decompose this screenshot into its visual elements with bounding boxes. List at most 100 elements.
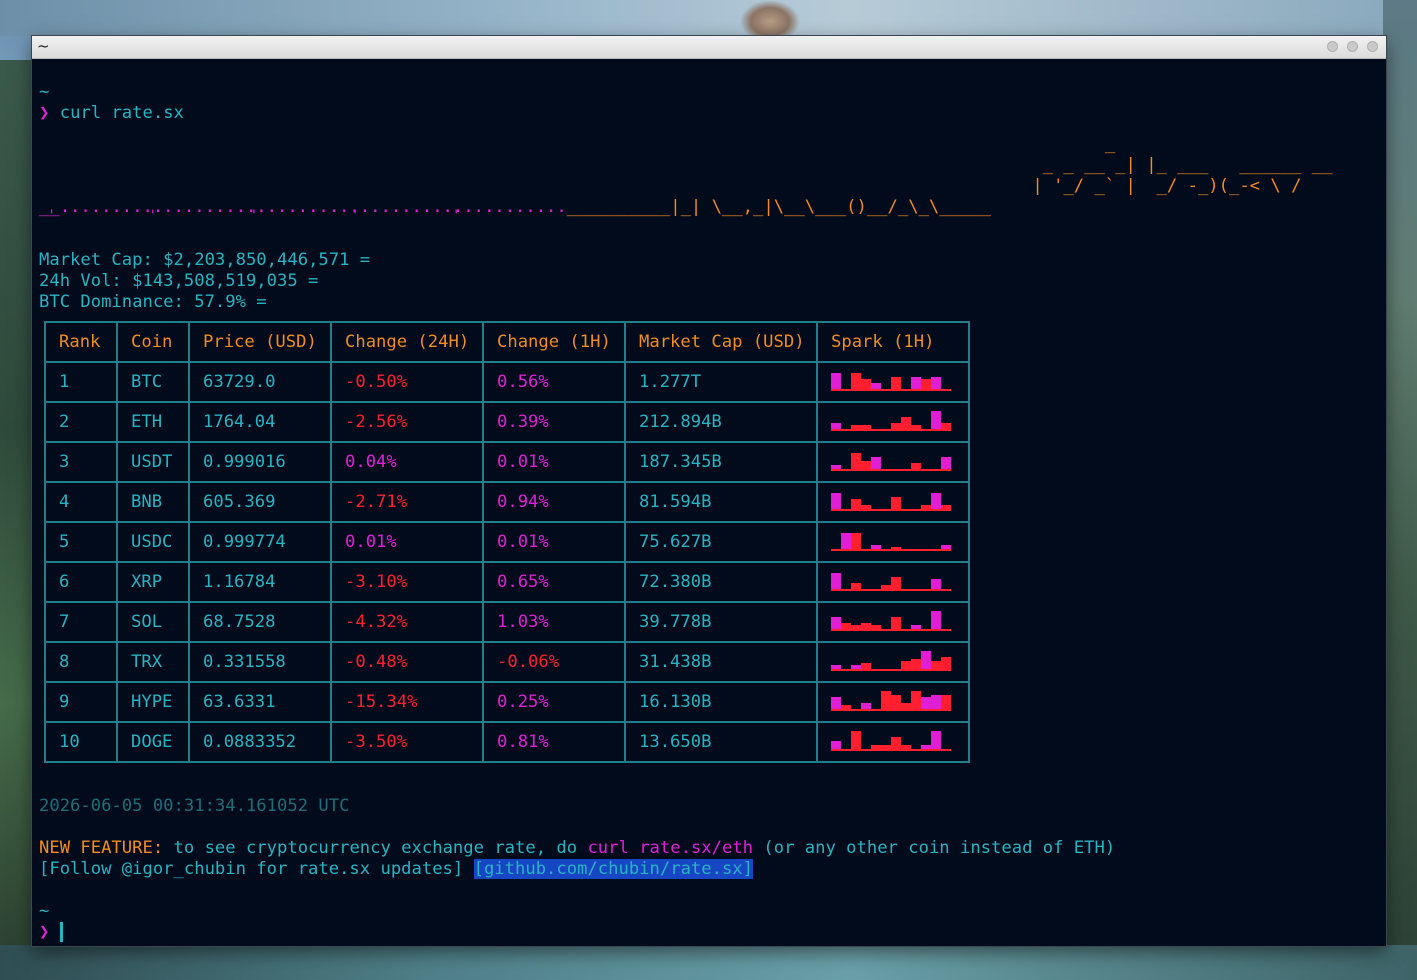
desktop-wallpaper-top (0, 0, 1417, 36)
header-price: Price (USD) (188, 321, 332, 363)
table-row: 4 BNB 605.369 -2.71% 0.94% 81.594B (44, 481, 970, 523)
spark-bar (841, 533, 851, 549)
spark-bar (871, 457, 881, 469)
cell-spark (816, 481, 970, 523)
cell-market-cap: 72.380B (624, 561, 818, 603)
ascii-ticks: ' ' ' ' ' (39, 208, 461, 224)
header-rank: Rank (44, 321, 118, 363)
prompt-line[interactable]: ❯ (39, 922, 63, 943)
window-titlebar[interactable]: ~ (32, 36, 1386, 59)
sparkline (831, 573, 951, 591)
cell-market-cap: 16.130B (624, 681, 818, 723)
cell-change-1h: 0.81% (482, 721, 626, 763)
new-feature-command: curl rate.sx/eth (587, 838, 754, 858)
table-row: 8 TRX 0.331558 -0.48% -0.06% 31.438B (44, 641, 970, 683)
cell-price: 1.16784 (188, 561, 332, 603)
cell-change-24h: -3.10% (330, 561, 484, 603)
spark-bar (831, 697, 841, 709)
maximize-button[interactable] (1347, 41, 1358, 52)
spark-bar (871, 625, 881, 629)
cell-rank: 4 (44, 481, 118, 523)
spark-bar (871, 745, 881, 749)
spark-bar (831, 465, 841, 469)
cell-change-1h: 0.25% (482, 681, 626, 723)
cell-change-1h: 0.56% (482, 361, 626, 403)
spark-bar (831, 665, 841, 669)
spark-bar (931, 731, 941, 749)
table-row: 9 HYPE 63.6331 -15.34% 0.25% 16.130B (44, 681, 970, 723)
cell-change-24h: -2.56% (330, 401, 484, 443)
header-coin: Coin (116, 321, 190, 363)
cell-rank: 8 (44, 641, 118, 683)
spark-bar (851, 453, 861, 469)
cell-coin: SOL (116, 601, 190, 643)
spark-bar (891, 737, 901, 749)
cell-coin: BNB (116, 481, 190, 523)
spark-bar (921, 697, 931, 709)
spark-bar (931, 411, 941, 429)
window-title: ~ (37, 37, 50, 55)
sparkline (831, 373, 951, 391)
timestamp: 2026-06-05 00:31:34.161052 UTC (39, 796, 350, 816)
cell-market-cap: 39.778B (624, 601, 818, 643)
command-text: curl rate.sx (59, 103, 184, 123)
cell-change-1h: 1.03% (482, 601, 626, 643)
spark-bar (891, 547, 901, 549)
cell-market-cap: 1.277T (624, 361, 818, 403)
sparkline (831, 611, 951, 631)
cell-coin: HYPE (116, 681, 190, 723)
table-row: 7 SOL 68.7528 -4.32% 1.03% 39.778B (44, 601, 970, 643)
terminal-output[interactable]: ~ ❯ curl rate.sx _ _ _ __ _| |_ ___ ____… (39, 58, 1379, 942)
spark-bar (851, 499, 861, 509)
spark-bar (831, 373, 841, 389)
github-link[interactable]: [github.com/chubin/rate.sx] (473, 859, 753, 879)
cell-spark (816, 721, 970, 763)
follow-line: [Follow @igor_chubin for rate.sx updates… (39, 859, 753, 880)
coins-table: Rank Coin Price (USD) Change (24H) Chang… (44, 321, 970, 763)
cell-price: 63.6331 (188, 681, 332, 723)
spark-bar (891, 577, 901, 589)
terminal-window[interactable]: ~ ~ ❯ curl rate.sx _ _ _ __ _| |_ ___ __… (32, 36, 1386, 946)
sparkline (831, 533, 951, 551)
sparkline (831, 651, 951, 671)
new-feature-label: NEW FEATURE: (39, 838, 164, 858)
spark-bar (861, 663, 871, 669)
spark-bar (851, 533, 861, 549)
cell-change-1h: 0.65% (482, 561, 626, 603)
cell-price: 605.369 (188, 481, 332, 523)
cell-coin: TRX (116, 641, 190, 683)
cell-spark (816, 681, 970, 723)
spark-bar (891, 377, 901, 389)
spark-bar (931, 377, 941, 389)
cell-change-24h: -2.71% (330, 481, 484, 523)
spark-bar (911, 377, 921, 389)
spark-bar (911, 691, 921, 709)
cell-change-24h: -4.32% (330, 601, 484, 643)
minimize-button[interactable] (1327, 41, 1338, 52)
spark-bar (891, 617, 901, 629)
cell-coin: USDC (116, 521, 190, 563)
cell-coin: USDT (116, 441, 190, 483)
table-row: 1 BTC 63729.0 -0.50% 0.56% 1.277T (44, 361, 970, 403)
spark-bar (871, 545, 881, 549)
cell-rank: 2 (44, 401, 118, 443)
sparkline (831, 453, 951, 471)
prompt-icon-bottom: ❯ (39, 922, 50, 942)
spark-bar (851, 731, 861, 749)
cell-change-24h: -3.50% (330, 721, 484, 763)
table-row: 5 USDC 0.999774 0.01% 0.01% 75.627B (44, 521, 970, 563)
spark-bar (911, 659, 921, 669)
spark-bar (831, 617, 841, 629)
spark-bar (851, 583, 861, 589)
cell-coin: BTC (116, 361, 190, 403)
follow-text: [Follow @igor_chubin for rate.sx updates… (39, 859, 474, 879)
cell-change-1h: 0.01% (482, 521, 626, 563)
sparkline (831, 411, 951, 431)
spark-bar (851, 625, 861, 629)
close-button[interactable] (1367, 41, 1378, 52)
spark-bar (861, 703, 871, 709)
table-row: 2 ETH 1764.04 -2.56% 0.39% 212.894B (44, 401, 970, 443)
text-cursor (59, 922, 63, 942)
cell-change-24h: 0.04% (330, 441, 484, 483)
cwd-tilde: ~ (39, 82, 50, 102)
